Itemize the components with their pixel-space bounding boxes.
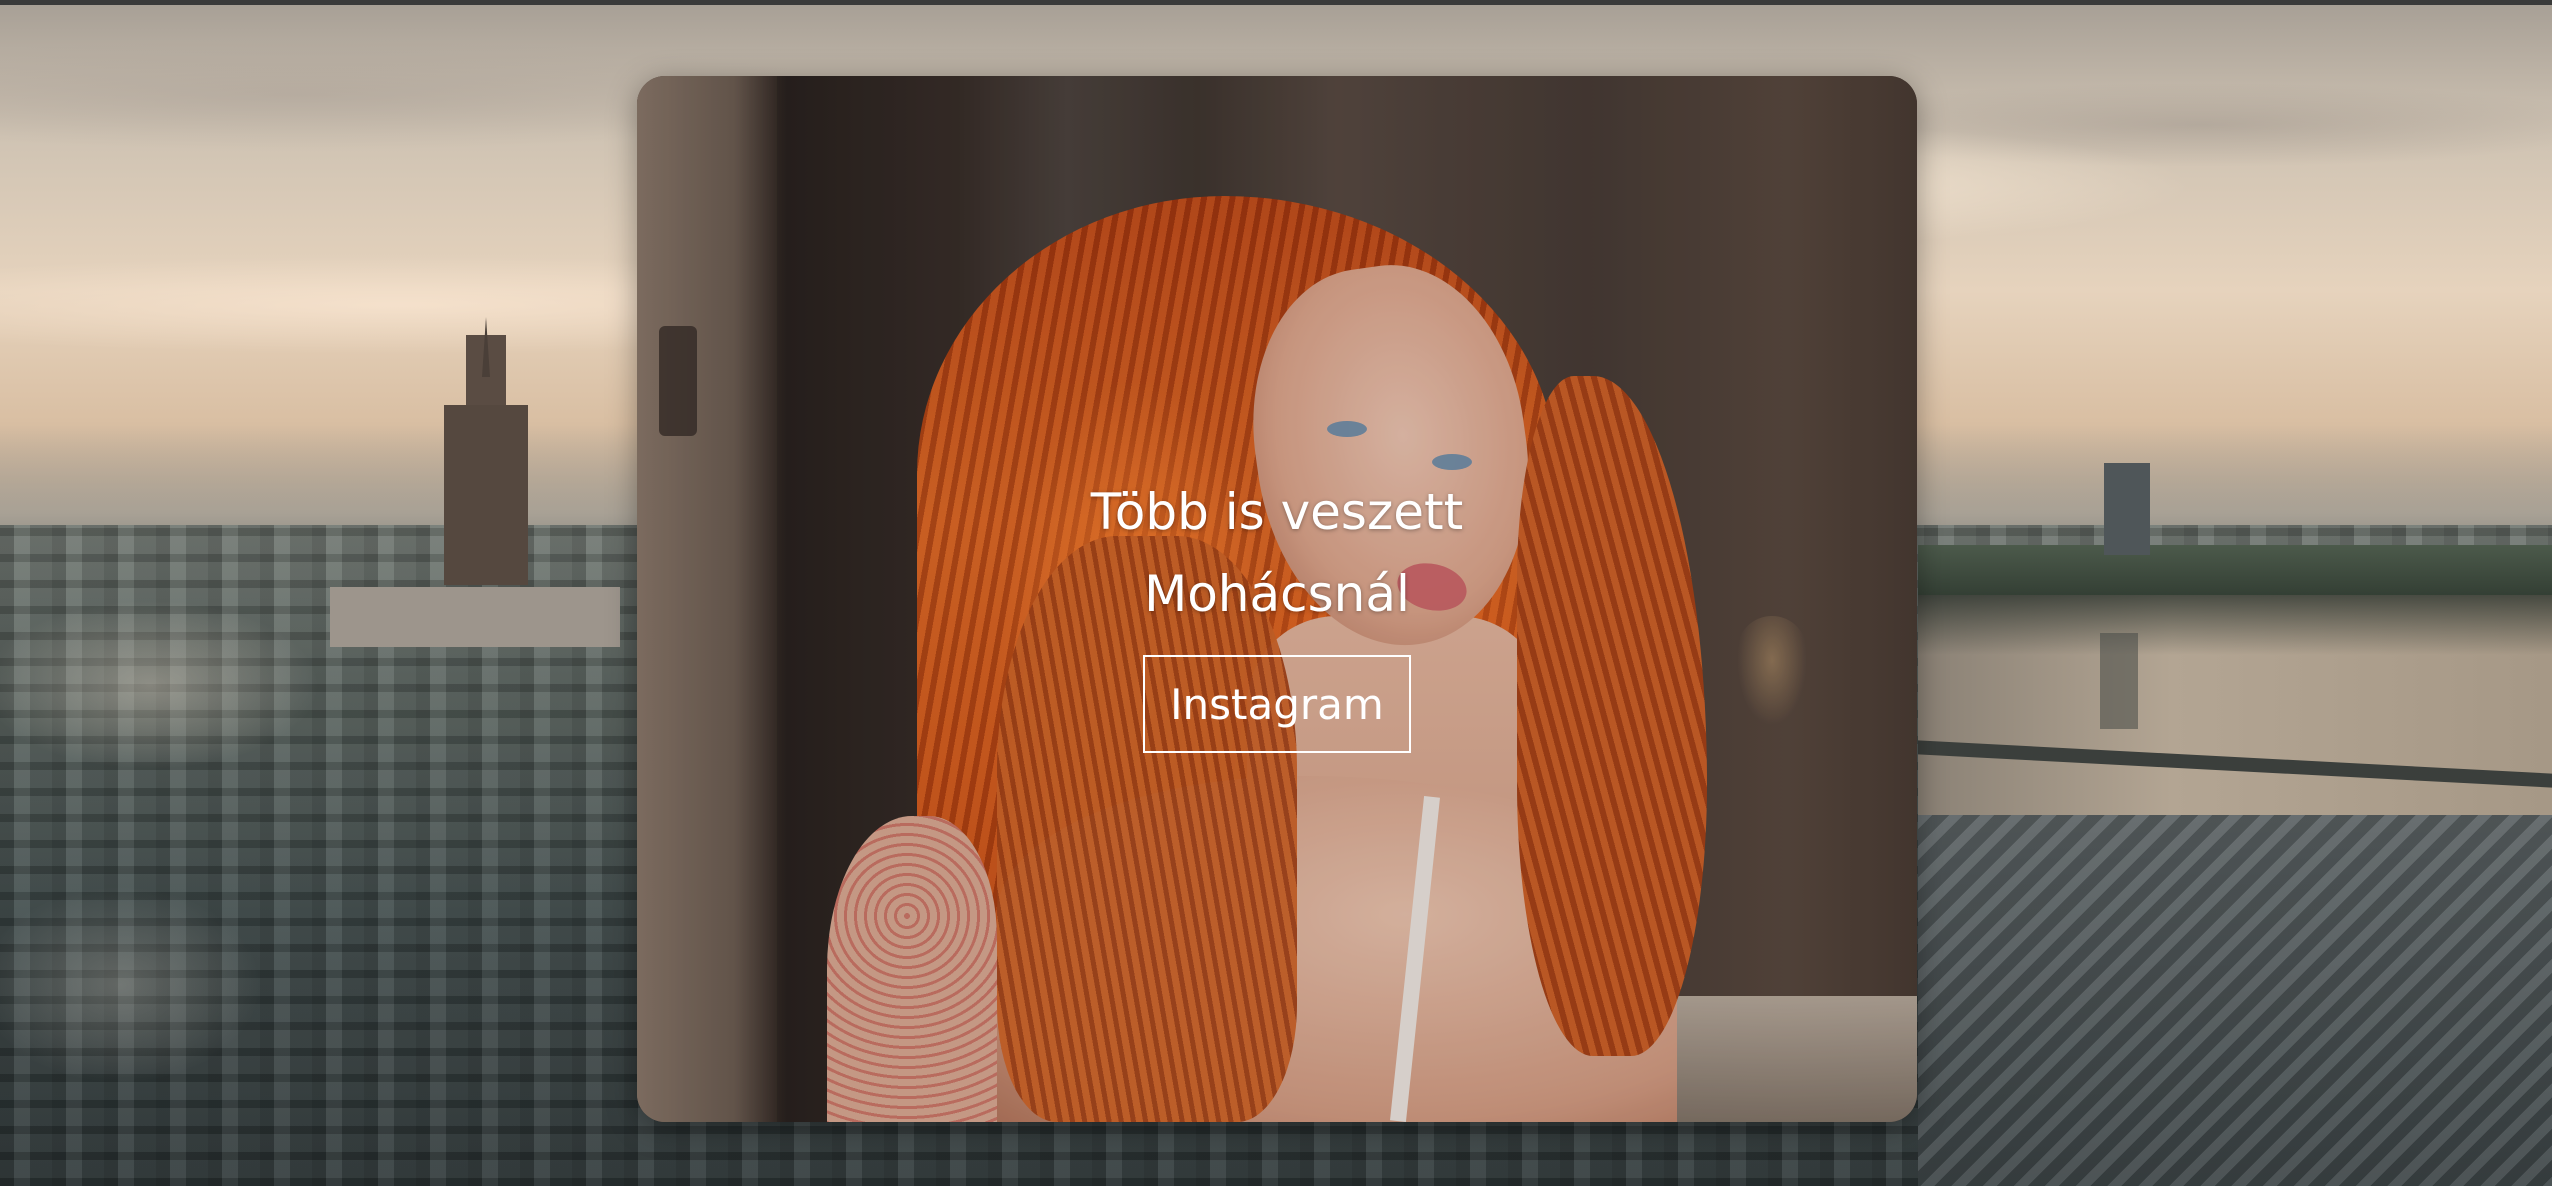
tower-left [444, 405, 528, 585]
tower-right [2104, 463, 2150, 555]
building-left [330, 587, 620, 647]
river [1918, 595, 2552, 835]
city-light [0, 565, 640, 1185]
rooftops-right [1918, 815, 2552, 1186]
tower-reflection [2100, 633, 2138, 729]
tower-spire [482, 317, 490, 377]
instagram-button[interactable]: Instagram [1143, 655, 1411, 753]
hero-overlay: Több is veszett Mohácsnál Instagram [637, 76, 1917, 1122]
hero-headline: Több is veszett Mohácsnál [1090, 483, 1464, 623]
top-bar [0, 0, 2552, 5]
